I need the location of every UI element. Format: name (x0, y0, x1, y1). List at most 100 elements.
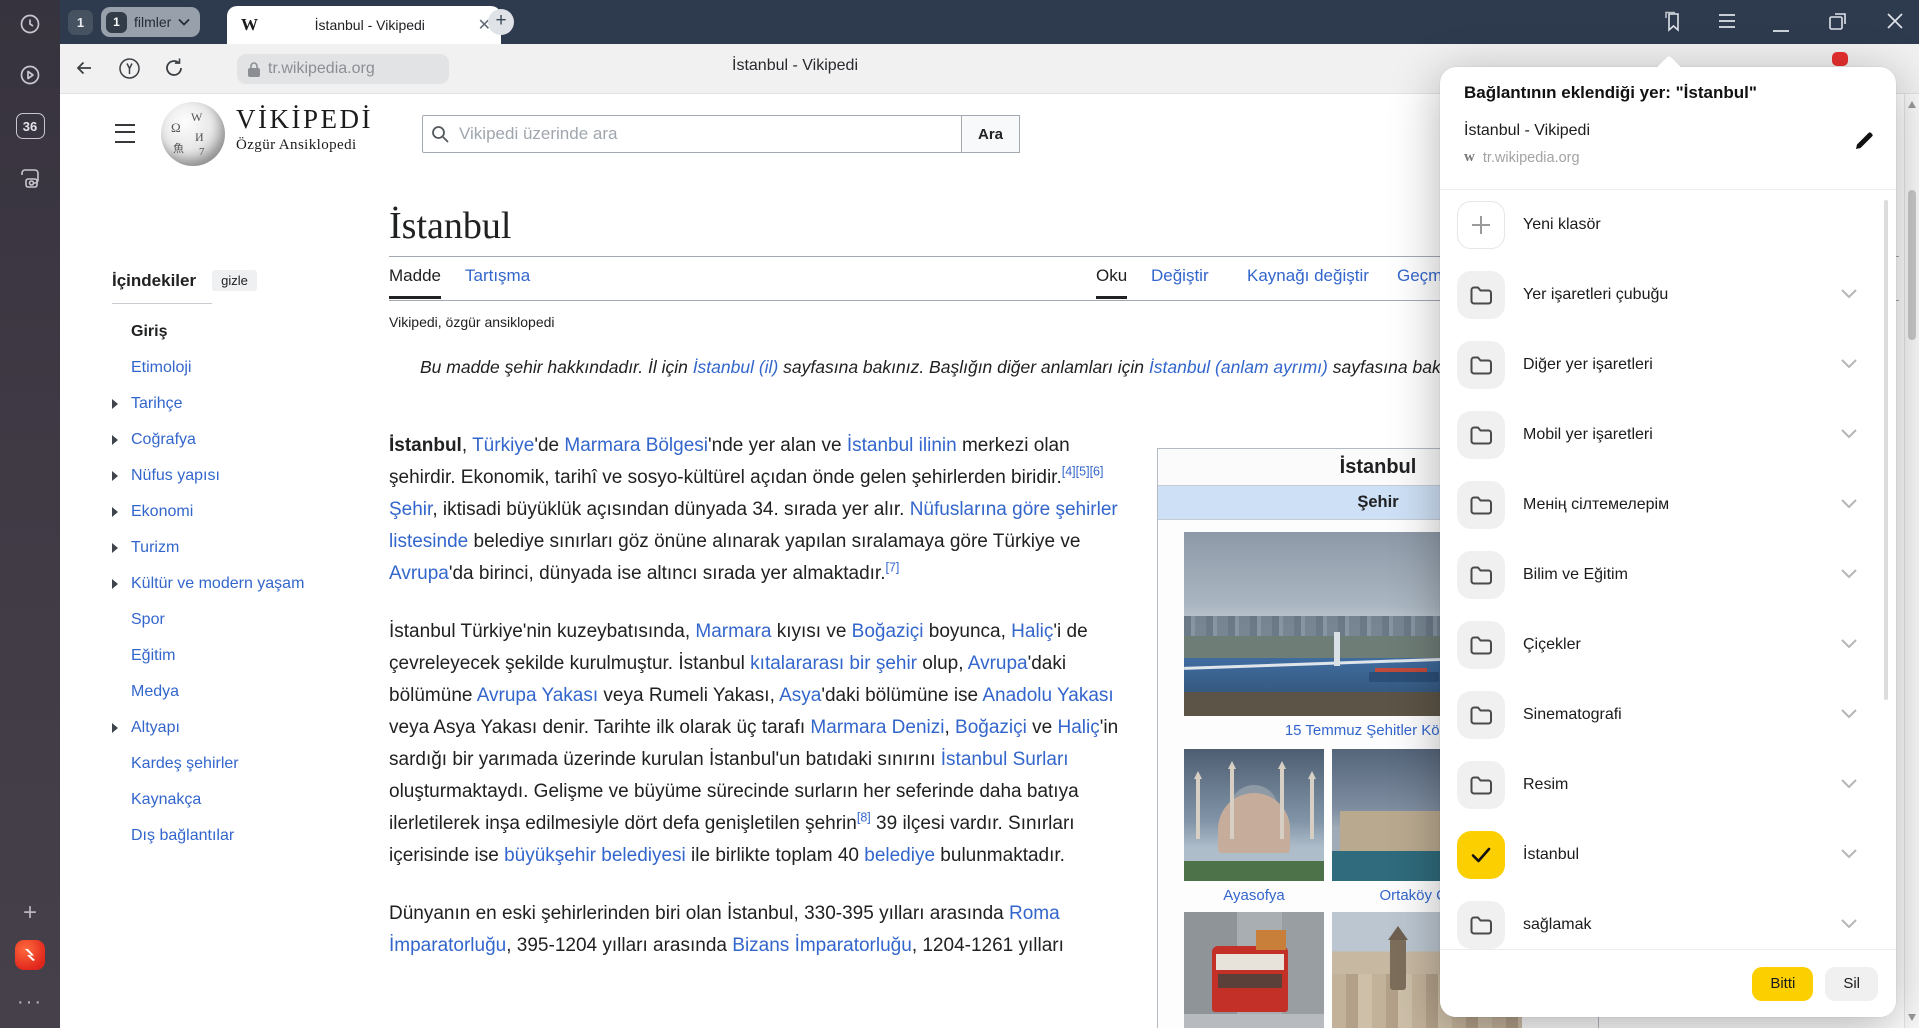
wiki-logo-subtitle: Özgür Ansiklopedi (236, 137, 373, 154)
tableau-count: 36 (16, 113, 45, 139)
toc-item[interactable]: Kaynakça (112, 782, 352, 818)
chevron-down-icon[interactable] (1840, 916, 1858, 934)
toc-expand-icon[interactable] (112, 507, 131, 517)
reload-icon[interactable] (162, 56, 186, 85)
tab-group-pill[interactable]: 1 filmler (101, 7, 200, 37)
toc-item[interactable]: Medya (112, 674, 352, 710)
tab-oku[interactable]: Oku (1096, 266, 1127, 299)
toc-item[interactable]: Turizm (112, 530, 352, 566)
scroll-down-arrow[interactable] (1908, 1014, 1916, 1021)
toc-expand-icon[interactable] (112, 471, 131, 481)
chevron-down-icon[interactable] (1840, 636, 1858, 654)
wikipedia-wordmark[interactable]: VİKİPEDİ Özgür Ansiklopedi (236, 104, 373, 154)
yandex-search-icon[interactable] (117, 56, 142, 86)
screenshot-icon[interactable] (0, 162, 60, 194)
tab-kaynagi-degistir[interactable]: Kaynağı değiştir (1247, 266, 1369, 296)
toc-item[interactable]: Eğitim (112, 638, 352, 674)
chevron-down-icon[interactable] (1840, 846, 1858, 864)
minimize-button[interactable] (1772, 20, 1790, 38)
search-submit-button[interactable]: Ara (961, 115, 1020, 153)
wikipedia-globe-logo[interactable]: Ω W И 7 魚 (161, 102, 225, 166)
menu-icon[interactable] (1717, 13, 1737, 34)
tab-degistir[interactable]: Değiştir (1151, 266, 1209, 296)
folder-label: Mobil yer işaretleri (1523, 426, 1840, 444)
done-button[interactable]: Bitti (1752, 967, 1813, 1001)
ayasofya-caption[interactable]: Ayasofya (1184, 887, 1324, 904)
folder-icon (1468, 912, 1494, 938)
chevron-down-icon[interactable] (1840, 776, 1858, 794)
toc-item[interactable]: Etimoloji (112, 350, 352, 386)
sidebar-more-icon[interactable]: ··· (0, 990, 60, 1014)
toc-expand-icon[interactable] (112, 399, 131, 409)
scroll-up-arrow[interactable] (1908, 101, 1916, 108)
folder-row[interactable]: Çiçekler (1440, 610, 1896, 680)
delete-button[interactable]: Sil (1825, 967, 1878, 1001)
yandex-browser-logo[interactable] (0, 938, 60, 972)
notification-badge[interactable] (1832, 52, 1848, 66)
toc-expand-icon[interactable] (112, 435, 131, 445)
toc-expand-icon[interactable] (112, 543, 131, 553)
hagia-sophia-photo[interactable] (1184, 749, 1324, 881)
play-sessions-icon[interactable] (0, 59, 60, 91)
folder-row[interactable]: Bilim ve Eğitim (1440, 540, 1896, 610)
toc-item[interactable]: Kültür ve modern yaşam (112, 566, 352, 602)
popup-scrollbar-thumb[interactable] (1884, 200, 1888, 700)
toc-expand-icon[interactable] (112, 579, 131, 589)
active-tab[interactable]: W İstanbul - Vikipedi ✕ (227, 6, 501, 44)
folder-row[interactable]: Diğer yer işaretleri (1440, 330, 1896, 400)
search-input[interactable] (457, 123, 953, 145)
history-icon[interactable] (0, 8, 60, 40)
toc-hide-button[interactable]: gizle (212, 270, 257, 291)
toc-item[interactable]: Tarihçe (112, 386, 352, 422)
chevron-down-icon[interactable] (1840, 566, 1858, 584)
folder-icon (1468, 772, 1494, 798)
wiki-search-box[interactable] (422, 115, 962, 153)
folder-row[interactable]: Менің сілтемелерім (1440, 470, 1896, 540)
close-button[interactable] (1886, 12, 1904, 35)
scrollbar-thumb[interactable] (1908, 190, 1916, 340)
tab-madde[interactable]: Madde (389, 266, 441, 299)
folder-label: Çiçekler (1523, 636, 1840, 654)
folder-row[interactable]: Yeni klasör (1440, 190, 1896, 260)
folder-row[interactable]: Sinematografi (1440, 680, 1896, 750)
paragraph-3: Dünyanın en eski şehirlerinden biri olan… (389, 898, 1141, 962)
new-tab-button[interactable]: + (488, 9, 514, 35)
wiki-menu-icon[interactable] (115, 124, 135, 143)
toc-item[interactable]: Nüfus yapısı (112, 458, 352, 494)
folder-label: Resim (1523, 776, 1840, 794)
tab-group-count-badge[interactable]: 1 (68, 10, 93, 35)
nostalgic-tram-photo[interactable] (1184, 912, 1324, 1028)
folder-icon (1468, 632, 1494, 658)
toc-item[interactable]: Kardeş şehirler (112, 746, 352, 782)
folder-label: İstanbul (1523, 846, 1840, 864)
folder-row[interactable]: Resim (1440, 750, 1896, 820)
back-icon[interactable] (72, 56, 96, 85)
tableau-speed-badge[interactable]: 36 (0, 110, 60, 142)
tab-tartisma[interactable]: Tartışma (465, 266, 530, 296)
restore-button[interactable] (1828, 11, 1848, 36)
url-bar[interactable]: tr.wikipedia.org (237, 54, 449, 84)
chevron-down-icon[interactable] (1840, 706, 1858, 724)
chevron-down-icon[interactable] (1840, 286, 1858, 304)
sidebar-add-icon[interactable]: + (0, 898, 60, 928)
toc-item[interactable]: Spor (112, 602, 352, 638)
page-scrollbar[interactable] (1904, 94, 1919, 1028)
folder-row[interactable]: İstanbul (1440, 820, 1896, 890)
folder-row[interactable]: sağlamak (1440, 890, 1896, 949)
toc-item[interactable]: Ekonomi (112, 494, 352, 530)
tab-group-label: filmler (134, 14, 171, 30)
folder-row[interactable]: Mobil yer işaretleri (1440, 400, 1896, 470)
toc-item[interactable]: Dış bağlantılar (112, 818, 352, 854)
chevron-down-icon[interactable] (1840, 426, 1858, 444)
toc-expand-icon[interactable] (112, 723, 131, 733)
folder-label: Yer işaretleri çubuğu (1523, 286, 1840, 304)
folder-row[interactable]: Yer işaretleri çubuğu (1440, 260, 1896, 330)
toc-item[interactable]: Giriş (112, 314, 352, 350)
chevron-down-icon[interactable] (1840, 356, 1858, 374)
edit-bookmark-icon[interactable] (1852, 129, 1878, 155)
folder-icon (1468, 702, 1494, 728)
chevron-down-icon[interactable] (1840, 496, 1858, 514)
toc-item[interactable]: Altyapı (112, 710, 352, 746)
bookmarks-panel-icon[interactable] (1661, 10, 1685, 39)
toc-item[interactable]: Coğrafya (112, 422, 352, 458)
